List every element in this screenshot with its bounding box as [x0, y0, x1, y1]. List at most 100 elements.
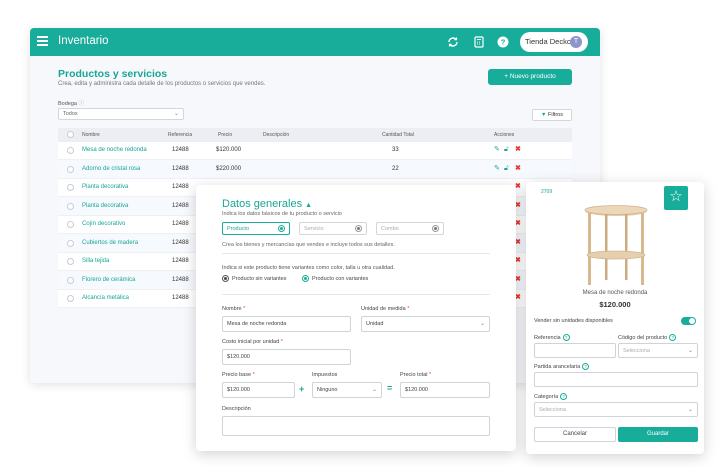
product-reference: 12488 — [172, 184, 189, 190]
required-mark: * — [429, 372, 432, 378]
product-name[interactable]: Planta decorativa — [82, 203, 128, 209]
new-product-button[interactable]: + Nuevo producto — [488, 69, 572, 85]
product-code: 2709 — [541, 189, 553, 195]
cancel-button[interactable]: Cancelar — [534, 427, 616, 442]
row-checkbox[interactable] — [67, 276, 74, 284]
category-label-text: Categoría — [534, 393, 559, 400]
tax-label: Impuestos — [312, 372, 338, 378]
app-title: Inventario — [58, 35, 109, 47]
card-product-price: $120.000 — [599, 300, 631, 309]
name-input[interactable]: Mesa de noche redonda — [222, 316, 351, 332]
edit-icon[interactable]: ✎ — [494, 146, 500, 154]
cost-input[interactable]: $120.000 — [222, 349, 351, 365]
type-combo-label: Combo — [381, 226, 399, 232]
type-product-option[interactable]: Producto — [222, 222, 290, 235]
chevron-down-icon: ⌄ — [687, 407, 693, 413]
product-name[interactable]: Florero de cerámica — [82, 277, 135, 283]
lock-icon[interactable]: 🔓︎ — [504, 146, 509, 154]
no-variants-option[interactable]: Producto sin variantes — [222, 275, 286, 282]
product-name[interactable]: Alcancía metálica — [82, 295, 129, 301]
tariff-input[interactable] — [534, 372, 698, 387]
cost-label: Costo inicial por unidad * — [222, 339, 283, 345]
col-quantity: Cantidad Total — [382, 132, 414, 138]
help-icon[interactable]: ? — [497, 36, 509, 48]
general-data-panel: Datos generales ▲ Indica los datos básic… — [196, 185, 516, 451]
delete-icon[interactable]: ✖ — [515, 165, 521, 173]
product-name[interactable]: Mesa de noche redonda — [82, 147, 147, 153]
warehouse-select[interactable]: Todos ⌄ — [58, 108, 184, 120]
total-price-input[interactable]: $120.000 — [400, 382, 490, 398]
chevron-down-icon: ⌄ — [687, 348, 693, 354]
product-name[interactable]: Cojín decorativo — [82, 221, 125, 227]
product-price: $120.000 — [216, 147, 242, 153]
row-checkbox[interactable] — [67, 295, 74, 302]
star-icon[interactable]: ☆ — [664, 186, 688, 210]
calculator-icon[interactable] — [473, 36, 485, 48]
equals-icon: = — [387, 383, 393, 393]
product-name[interactable]: Silla tejida — [82, 258, 109, 264]
sell-without-units-toggle[interactable] — [681, 317, 696, 325]
type-combo-option[interactable]: Combo — [376, 222, 444, 235]
sync-icon[interactable] — [447, 36, 459, 48]
save-button[interactable]: Guardar — [618, 427, 698, 442]
category-select[interactable]: Selecciona ⌄ — [534, 402, 698, 417]
tax-value: Ninguno — [317, 387, 338, 393]
type-service-option[interactable]: Servicio — [299, 222, 367, 235]
product-code-label-text: Código del producto — [618, 334, 668, 341]
required-mark: * — [243, 306, 246, 312]
row-checkbox[interactable] — [67, 239, 74, 247]
required-mark: * — [252, 372, 255, 378]
product-reference: 12488 — [172, 295, 189, 301]
edit-icon[interactable]: ✎ — [494, 165, 500, 173]
chevron-down-icon: ⌄ — [479, 321, 485, 327]
filter-icon: ▼ — [541, 112, 547, 118]
help-icon: ? — [560, 393, 568, 400]
card-product-name: Mesa de noche redonda — [582, 290, 648, 296]
type-service-label: Servicio — [304, 226, 324, 232]
page-subtitle: Crea, edita y administra cada detalle de… — [58, 81, 266, 87]
product-code-label: Código del producto? — [618, 334, 677, 341]
collapse-icon: ▲ — [305, 202, 313, 209]
total-price-label: Precio total * — [400, 372, 431, 378]
name-label-text: Nombre — [222, 306, 242, 312]
table-row[interactable]: Mesa de noche redonda 12488 $120.000 33 ✎ 🔓︎ ✖ — [58, 142, 572, 160]
base-price-label: Precio base * — [222, 372, 255, 378]
product-name[interactable]: Planta decorativa — [82, 184, 128, 190]
svg-text:?: ? — [501, 38, 506, 47]
unit-value: Unidad — [366, 321, 384, 327]
variants-question: Indica si este producto tiene variantes … — [222, 265, 395, 271]
row-checkbox[interactable] — [67, 221, 74, 228]
table-row[interactable]: Adorno de cristal rosa 12488 $220.000 22 ✎ 🔓︎… — [58, 160, 572, 179]
unit-select[interactable]: Unidad ⌄ — [361, 316, 490, 332]
delete-icon[interactable]: ✖ — [515, 146, 521, 154]
filter-button[interactable]: ▼ Filtros — [532, 109, 572, 121]
tax-select[interactable]: Ninguno ⌄ — [312, 382, 382, 398]
general-data-title-text: Datos generales — [222, 198, 303, 210]
reference-label-text: Referencia — [534, 334, 561, 341]
row-checkbox[interactable] — [67, 258, 74, 265]
product-name[interactable]: Cubiertos de madera — [82, 240, 138, 246]
lock-icon[interactable]: 🔓︎ — [504, 165, 509, 173]
select-all-checkbox[interactable] — [67, 131, 74, 138]
store-selector[interactable]: Tienda Decko T — [520, 32, 588, 52]
required-mark: * — [280, 339, 283, 345]
product-code-select[interactable]: Selecciona ⌄ — [618, 343, 698, 358]
unit-label-text: Unidad de medida — [361, 306, 406, 312]
product-code-placeholder: Selecciona — [623, 348, 650, 354]
row-checkbox[interactable] — [67, 184, 74, 191]
row-checkbox[interactable] — [67, 202, 74, 210]
base-price-input[interactable]: $120.000 — [222, 382, 295, 398]
help-icon: ? — [562, 334, 570, 341]
table-header: Nombre Referencia Precio Descripción Can… — [58, 128, 572, 142]
description-label: Descripción — [222, 406, 251, 412]
row-checkbox[interactable] — [67, 147, 74, 154]
radio-icon — [432, 225, 439, 232]
row-checkbox[interactable] — [67, 165, 74, 173]
description-textarea[interactable] — [222, 416, 490, 436]
general-data-title[interactable]: Datos generales ▲ — [222, 198, 312, 210]
col-actions: Acciones — [494, 132, 515, 138]
reference-input[interactable] — [534, 343, 616, 358]
with-variants-option[interactable]: Producto con variantes — [302, 275, 368, 282]
product-name[interactable]: Adorno de cristal rosa — [82, 166, 140, 172]
menu-icon[interactable] — [37, 36, 48, 46]
